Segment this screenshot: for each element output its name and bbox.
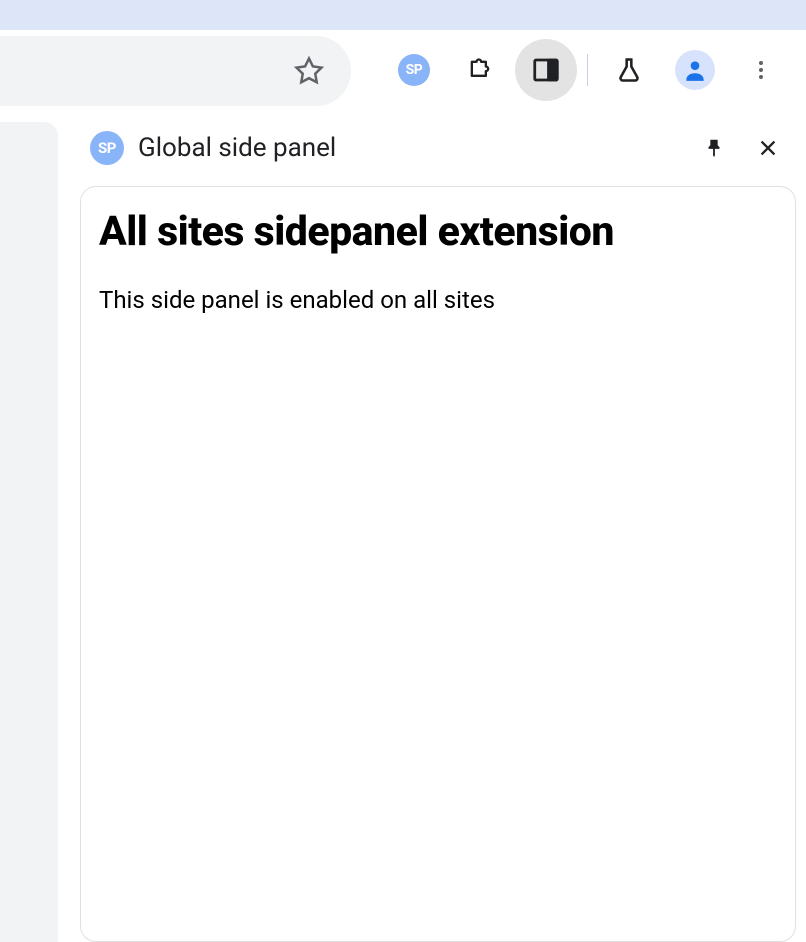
window-chrome-strip	[0, 0, 806, 30]
side-panel-toggle-button[interactable]	[515, 39, 577, 101]
bookmark-star-icon[interactable]	[289, 51, 329, 91]
side-panel-body: All sites sidepanel extension This side …	[80, 186, 796, 942]
close-icon	[757, 137, 779, 159]
main-area: SP Global side panel All sites sidepanel…	[0, 110, 806, 942]
page-content-area	[0, 122, 58, 942]
side-panel-title: Global side panel	[138, 133, 680, 163]
puzzle-icon	[466, 56, 494, 84]
close-button[interactable]	[748, 128, 788, 168]
side-panel-extension-badge-icon: SP	[90, 131, 124, 165]
page-description: This side panel is enabled on all sites	[99, 286, 777, 314]
toolbar-divider	[587, 54, 588, 86]
profile-button[interactable]	[664, 39, 726, 101]
pin-button[interactable]	[694, 128, 734, 168]
extensions-menu-button[interactable]	[449, 39, 511, 101]
extension-button[interactable]: SP	[383, 39, 445, 101]
flask-icon	[615, 56, 643, 84]
kebab-menu-icon	[749, 58, 773, 82]
avatar	[675, 50, 715, 90]
side-panel-header: SP Global side panel	[80, 110, 796, 186]
side-panel-icon	[531, 55, 561, 85]
sp-extension-badge-icon: SP	[398, 54, 430, 86]
omnibox[interactable]	[0, 36, 351, 106]
labs-button[interactable]	[598, 39, 660, 101]
browser-toolbar: SP	[0, 30, 806, 110]
side-panel: SP Global side panel All sites sidepanel…	[80, 110, 796, 942]
pin-icon	[703, 137, 725, 159]
browser-menu-button[interactable]	[730, 39, 792, 101]
person-icon	[682, 57, 708, 83]
page-title: All sites sidepanel extension	[99, 209, 777, 256]
